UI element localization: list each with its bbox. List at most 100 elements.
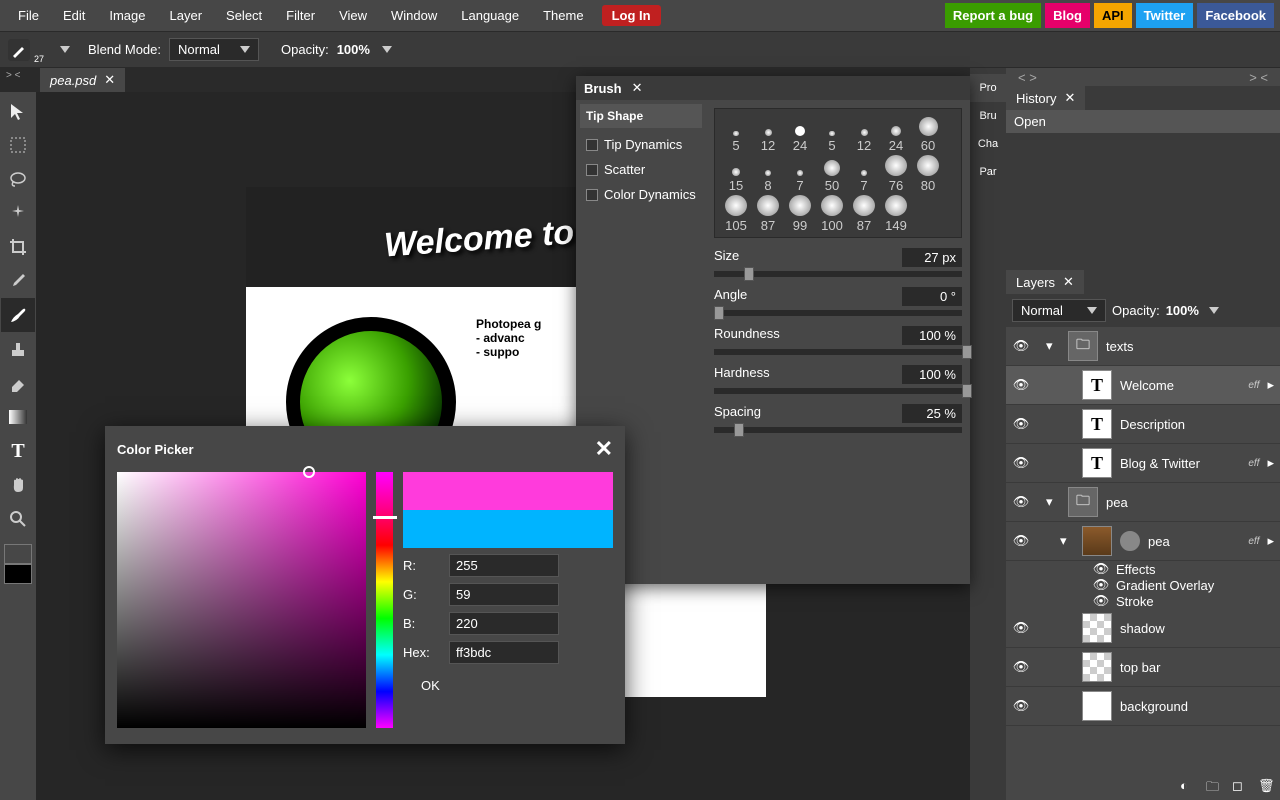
hex-input[interactable] <box>449 641 559 664</box>
layer-row[interactable]: 👁TDescription <box>1006 405 1280 444</box>
checkbox-icon[interactable] <box>586 139 598 151</box>
layer-name[interactable]: background <box>1120 699 1274 714</box>
menu-filter[interactable]: Filter <box>274 0 327 32</box>
layer-name[interactable]: Welcome <box>1120 378 1240 393</box>
fold-icon[interactable]: ▾ <box>1060 533 1074 549</box>
layer-effect[interactable]: 👁Effects <box>1006 561 1280 577</box>
hue-cursor-icon[interactable] <box>373 516 397 519</box>
foreground-color[interactable] <box>4 544 32 564</box>
history-item-open[interactable]: Open <box>1006 110 1280 133</box>
brush-preset[interactable]: 80 <box>913 155 943 193</box>
b-input[interactable] <box>449 612 559 635</box>
slider-track[interactable] <box>714 388 962 394</box>
blend-mode-select[interactable]: Normal <box>169 38 259 61</box>
menu-layer[interactable]: Layer <box>158 0 215 32</box>
mini-tab-pro[interactable]: Pro <box>970 74 1006 102</box>
menu-language[interactable]: Language <box>449 0 531 32</box>
saturation-value-box[interactable] <box>117 472 366 728</box>
layer-row[interactable]: 👁TWelcomeeff▸ <box>1006 366 1280 405</box>
layer-row[interactable]: 👁▾peaeff▸ <box>1006 522 1280 561</box>
crop-tool[interactable] <box>1 230 35 264</box>
slider-track[interactable] <box>714 427 962 433</box>
brush-preset[interactable]: 50 <box>817 155 847 193</box>
lasso-tool[interactable] <box>1 162 35 196</box>
layer-row[interactable]: 👁▾🗀texts <box>1006 327 1280 366</box>
layer-row[interactable]: 👁▾🗀pea <box>1006 483 1280 522</box>
visibility-icon[interactable]: 👁 <box>1012 494 1030 510</box>
layer-effect[interactable]: 👁Stroke <box>1006 593 1280 609</box>
menu-theme[interactable]: Theme <box>531 0 595 32</box>
layer-name[interactable]: pea <box>1148 534 1240 549</box>
visibility-icon[interactable]: 👁 <box>1012 338 1030 354</box>
slider-knob-icon[interactable] <box>714 306 724 320</box>
visibility-icon[interactable]: 👁 <box>1012 698 1030 714</box>
layer-name[interactable]: Description <box>1120 417 1274 432</box>
delete-layer-icon[interactable]: 🗑 <box>1258 778 1274 794</box>
chevron-right-icon[interactable]: ▸ <box>1267 455 1274 471</box>
slider-knob-icon[interactable] <box>744 267 754 281</box>
zoom-tool[interactable] <box>1 502 35 536</box>
layer-row[interactable]: 👁shadow <box>1006 609 1280 648</box>
visibility-icon[interactable]: 👁 <box>1092 577 1110 593</box>
brush-scatter[interactable]: Scatter <box>584 157 698 182</box>
visibility-icon[interactable]: 👁 <box>1012 533 1030 549</box>
g-input[interactable] <box>449 583 559 606</box>
visibility-icon[interactable]: 👁 <box>1012 377 1030 393</box>
layer-blend-select[interactable]: Normal <box>1012 299 1106 322</box>
fold-icon[interactable]: ▾ <box>1046 338 1060 354</box>
brush-preset[interactable]: 60 <box>913 115 943 153</box>
color-swatches[interactable] <box>4 544 32 584</box>
menu-view[interactable]: View <box>327 0 379 32</box>
checkbox-icon[interactable] <box>586 189 598 201</box>
layer-row[interactable]: 👁top bar <box>1006 648 1280 687</box>
brush-preset[interactable]: 24 <box>785 115 815 153</box>
layer-name[interactable]: shadow <box>1120 621 1274 636</box>
gradient-tool[interactable] <box>1 400 35 434</box>
brush-preset[interactable]: 12 <box>753 115 783 153</box>
slider-knob-icon[interactable] <box>734 423 744 437</box>
slider-knob-icon[interactable] <box>962 345 972 359</box>
brush-tool[interactable] <box>1 298 35 332</box>
hand-tool[interactable] <box>1 468 35 502</box>
layer-name[interactable]: Blog & Twitter <box>1120 456 1240 471</box>
layer-row[interactable]: 👁TBlog & Twittereff▸ <box>1006 444 1280 483</box>
mini-tab-par[interactable]: Par <box>970 158 1006 186</box>
brush-preset[interactable]: 12 <box>849 115 879 153</box>
slider-track[interactable] <box>714 310 962 316</box>
brush-preset[interactable]: 87 <box>849 195 879 233</box>
checkbox-icon[interactable] <box>586 164 598 176</box>
opacity-value[interactable]: 100% <box>337 42 370 57</box>
brush-color-dynamics[interactable]: Color Dynamics <box>584 182 698 207</box>
layers-tab[interactable]: Layers✕ <box>1006 270 1084 294</box>
eraser-tool[interactable] <box>1 366 35 400</box>
brush-preset[interactable]: 105 <box>721 195 751 233</box>
menu-edit[interactable]: Edit <box>51 0 97 32</box>
move-tool[interactable] <box>1 94 35 128</box>
eyedropper-tool[interactable] <box>1 264 35 298</box>
layer-opacity-dropdown-icon[interactable] <box>1209 307 1219 314</box>
brush-preset[interactable]: 87 <box>753 195 783 233</box>
brush-preset[interactable]: 100 <box>817 195 847 233</box>
report-bug-link[interactable]: Report a bug <box>945 3 1041 28</box>
brush-preset[interactable]: 7 <box>785 155 815 193</box>
brush-dropdown-icon[interactable] <box>60 46 70 53</box>
close-icon[interactable]: ✕ <box>1064 90 1075 106</box>
brush-preset[interactable]: 99 <box>785 195 815 233</box>
brush-preset[interactable]: 76 <box>881 155 911 193</box>
visibility-icon[interactable]: 👁 <box>1012 455 1030 471</box>
chevron-right-icon[interactable]: ▸ <box>1267 377 1274 393</box>
login-button[interactable]: Log In <box>602 5 661 26</box>
marquee-tool[interactable] <box>1 128 35 162</box>
clone-stamp-tool[interactable] <box>1 332 35 366</box>
layer-name[interactable]: texts <box>1106 339 1274 354</box>
brush-preview-icon[interactable]: 27 <box>38 42 48 57</box>
fx-icon[interactable]: ◐ <box>1180 778 1196 794</box>
slider-track[interactable] <box>714 349 962 355</box>
visibility-icon[interactable]: 👁 <box>1012 659 1030 675</box>
menu-file[interactable]: File <box>6 0 51 32</box>
facebook-link[interactable]: Facebook <box>1197 3 1274 28</box>
opacity-dropdown-icon[interactable] <box>382 46 392 53</box>
new-layer-icon[interactable]: ◻ <box>1232 778 1248 794</box>
layer-effect[interactable]: 👁Gradient Overlay <box>1006 577 1280 593</box>
api-link[interactable]: API <box>1094 3 1132 28</box>
